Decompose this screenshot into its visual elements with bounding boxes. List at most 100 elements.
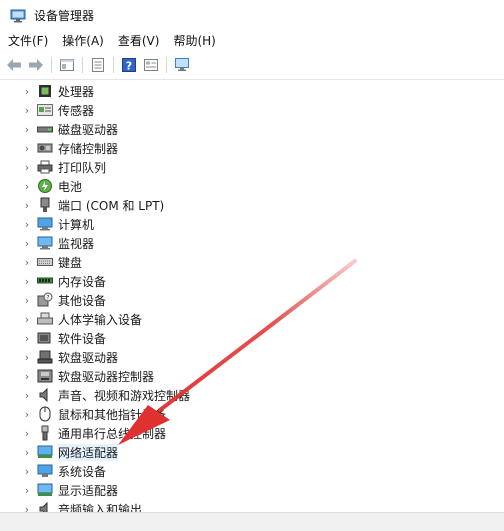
device-manager-icon <box>9 7 27 25</box>
tree-item-label: 人体学输入设备 <box>58 312 143 327</box>
chevron-right-icon[interactable]: › <box>20 120 34 138</box>
chevron-right-icon[interactable]: › <box>20 310 34 328</box>
tree-item-label: 端口 (COM 和 LPT) <box>58 198 165 213</box>
tree-item-display-adapter[interactable]: › 显示适配器 <box>0 481 118 499</box>
chevron-right-icon[interactable]: › <box>20 481 34 499</box>
toolbar: ? <box>0 51 504 80</box>
chevron-right-icon[interactable]: › <box>20 405 34 423</box>
other-device-icon: ? <box>37 292 53 308</box>
processor-icon <box>37 83 53 99</box>
tree-item-computer[interactable]: › 计算机 <box>0 215 94 233</box>
help-icon[interactable]: ? <box>118 54 140 76</box>
floppy-controller-icon <box>37 368 53 384</box>
tree-item-label: 监视器 <box>58 236 95 251</box>
tree-item-processor[interactable]: › 处理器 <box>0 82 94 100</box>
tree-item-sound-video-game[interactable]: › 声音、视频和游戏控制器 <box>0 386 190 404</box>
details-icon[interactable] <box>140 54 162 76</box>
tree-item-usb[interactable]: › 通用串行总线控制器 <box>0 424 166 442</box>
tree-item-label: 内存设备 <box>58 274 107 289</box>
software-device-icon <box>37 330 53 346</box>
tree-item-label: 声音、视频和游戏控制器 <box>58 388 191 403</box>
tree-item-disk-drive[interactable]: › 磁盘驱动器 <box>0 120 118 138</box>
tree-item-memory[interactable]: › 内存设备 <box>0 272 106 290</box>
port-icon <box>37 197 53 213</box>
chevron-right-icon[interactable]: › <box>20 215 34 233</box>
printer-icon <box>37 159 53 175</box>
chevron-right-icon[interactable]: › <box>20 443 34 461</box>
tree-item-label: 打印队列 <box>58 160 107 175</box>
tree-item-battery[interactable]: › 电池 <box>0 177 82 195</box>
tree-item-label: 网络适配器 <box>58 443 119 461</box>
tree-item-label: 处理器 <box>58 84 95 99</box>
tree-item-label: 显示适配器 <box>58 483 119 498</box>
chevron-right-icon[interactable]: › <box>20 500 34 513</box>
battery-icon <box>37 178 53 194</box>
chevron-right-icon[interactable]: › <box>20 101 34 119</box>
chevron-right-icon[interactable]: › <box>20 139 34 157</box>
chevron-right-icon[interactable]: › <box>20 234 34 252</box>
chevron-right-icon[interactable]: › <box>20 462 34 480</box>
chevron-right-icon[interactable]: › <box>20 291 34 309</box>
menu-action[interactable]: 操作(A) <box>55 31 111 51</box>
tree-item-label: 音频输入和输出 <box>58 502 143 513</box>
chevron-right-icon[interactable]: › <box>20 196 34 214</box>
chevron-right-icon[interactable]: › <box>20 177 34 195</box>
tree-item-other-devices[interactable]: › ? 其他设备 <box>0 291 106 309</box>
svg-text:?: ? <box>46 295 49 302</box>
tree-item-label: 其他设备 <box>58 293 107 308</box>
chevron-right-icon[interactable]: › <box>20 329 34 347</box>
memory-icon <box>37 273 53 289</box>
tree-item-sensor[interactable]: › 传感器 <box>0 101 94 119</box>
chevron-right-icon[interactable]: › <box>20 272 34 290</box>
menu-file[interactable]: 文件(F) <box>1 31 55 51</box>
tree-item-hid[interactable]: › 人体学输入设备 <box>0 310 142 328</box>
tree-item-label: 存储控制器 <box>58 141 119 156</box>
tree-item-floppy-controller[interactable]: › 软盘驱动器控制器 <box>0 367 154 385</box>
tree-item-label: 通用串行总线控制器 <box>58 426 167 441</box>
forward-arrow-icon[interactable] <box>25 54 47 76</box>
tree-item-software-devices[interactable]: › 软件设备 <box>0 329 106 347</box>
menu-help[interactable]: 帮助(H) <box>166 31 222 51</box>
tree-item-label: 磁盘驱动器 <box>58 122 119 137</box>
chevron-right-icon[interactable]: › <box>20 253 34 271</box>
device-tree: › 处理器 › 传感器 › 磁盘驱动器 › 存储控制器 › 打印队列 › 电池 … <box>0 80 504 512</box>
keyboard-icon <box>37 254 53 270</box>
tree-item-audio-io[interactable]: › 音频输入和输出 <box>0 500 142 512</box>
tree-item-label: 软盘驱动器控制器 <box>58 369 155 384</box>
tree-item-keyboard[interactable]: › 键盘 <box>0 253 82 271</box>
chevron-right-icon[interactable]: › <box>20 82 34 100</box>
tree-item-label: 电池 <box>58 179 83 194</box>
tree-item-label: 键盘 <box>58 255 83 270</box>
network-adapter-icon <box>37 444 53 460</box>
toolbar-separator <box>82 57 83 73</box>
title-bar: 设备管理器 <box>0 0 504 31</box>
tree-item-label: 软件设备 <box>58 331 107 346</box>
list-view-icon[interactable] <box>87 54 109 76</box>
monitor-icon[interactable] <box>171 54 193 76</box>
properties-icon[interactable] <box>56 54 78 76</box>
disk-drive-icon <box>37 121 53 137</box>
toolbar-separator <box>166 57 167 73</box>
tree-item-system-devices[interactable]: › 系统设备 <box>0 462 106 480</box>
tree-item-mouse[interactable]: › 鼠标和其他指针设备 <box>0 405 166 423</box>
tree-item-print-queue[interactable]: › 打印队列 <box>0 158 106 176</box>
tree-item-monitor[interactable]: › 监视器 <box>0 234 94 252</box>
tree-item-label: 系统设备 <box>58 464 107 479</box>
usb-icon <box>37 425 53 441</box>
chevron-right-icon[interactable]: › <box>20 348 34 366</box>
chevron-right-icon[interactable]: › <box>20 367 34 385</box>
tree-item-storage-controller[interactable]: › 存储控制器 <box>0 139 118 157</box>
tree-item-ports[interactable]: › 端口 (COM 和 LPT) <box>0 196 164 214</box>
chevron-right-icon[interactable]: › <box>20 158 34 176</box>
menu-bar: 文件(F) 操作(A) 查看(V) 帮助(H) <box>0 31 504 51</box>
storage-controller-icon <box>37 140 53 156</box>
tree-item-floppy-drive[interactable]: › 软盘驱动器 <box>0 348 118 366</box>
back-arrow-icon[interactable] <box>3 54 25 76</box>
chevron-right-icon[interactable]: › <box>20 424 34 442</box>
chevron-right-icon[interactable]: › <box>20 386 34 404</box>
menu-view[interactable]: 查看(V) <box>111 31 167 51</box>
monitor-icon <box>37 235 53 251</box>
window-title: 设备管理器 <box>34 9 95 23</box>
svg-text:?: ? <box>126 60 132 73</box>
tree-item-network-adapter[interactable]: › 网络适配器 <box>0 443 119 461</box>
